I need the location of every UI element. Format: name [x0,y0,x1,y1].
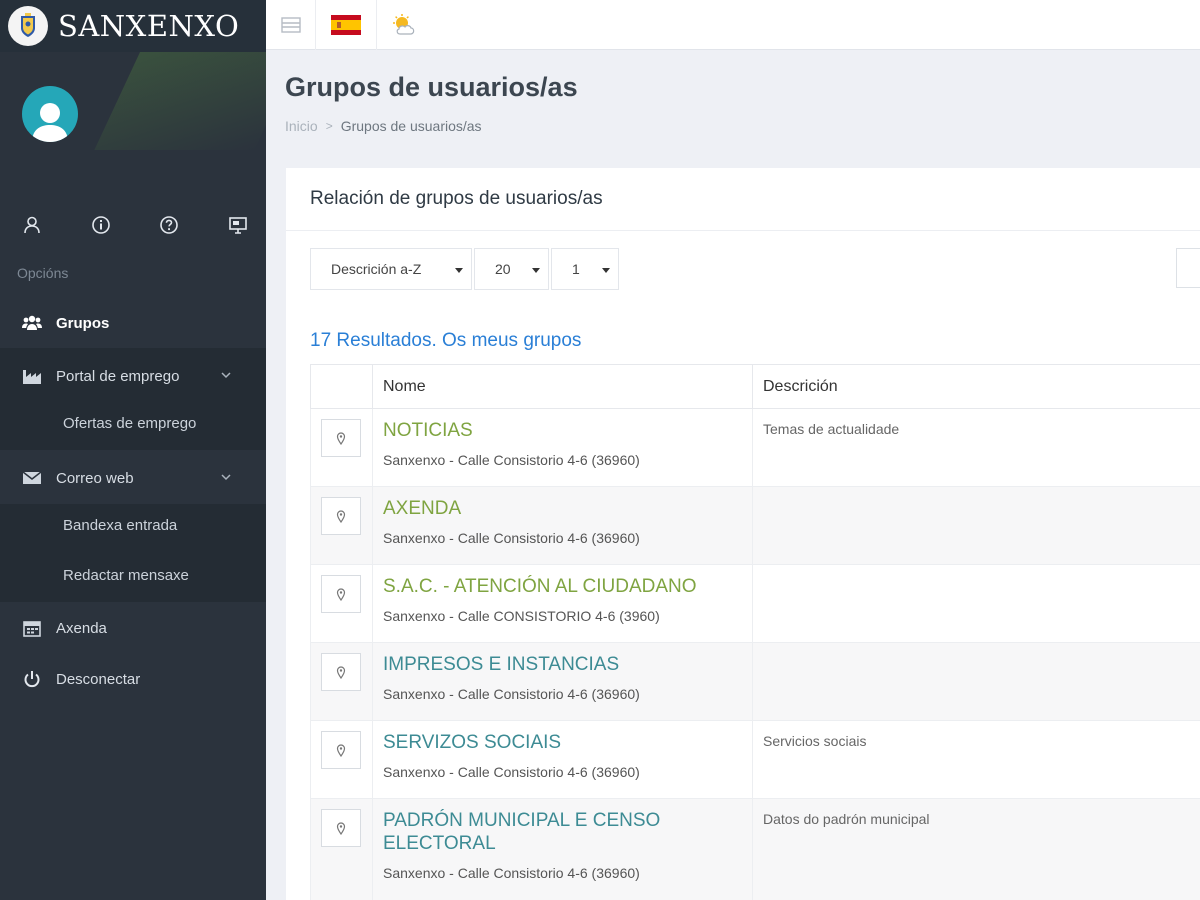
weather-icon [393,14,415,35]
sidebar-item-label: Correo web [56,469,134,487]
industry-icon [20,366,44,386]
table-header-description: Descrición [752,364,1200,409]
table-row: IMPRESOS E INSTANCIAS Sanxenxo - Calle Co… [310,642,1200,721]
caret-down-icon [532,268,540,273]
brand-name: SANXENXO [58,9,240,43]
breadcrumb: Inicio > Grupos de usuarios/as [285,118,482,134]
group-name-link[interactable]: PADRÓN MUNICIPAL E CENSO ELECTORAL [373,799,673,855]
group-name-link[interactable]: IMPRESOS E INSTANCIAS [373,643,752,676]
brand-header[interactable]: SANXENXO [0,0,266,52]
sidebar-item-label: Axenda [56,619,107,637]
sidebar-item-portal-emprego[interactable]: Portal de emprego [0,351,266,401]
sidebar-item-label: Portal de emprego [56,367,180,385]
group-description: Datos do padrón municipal [763,811,930,827]
power-icon [20,669,44,689]
breadcrumb-home-link[interactable]: Inicio [285,118,318,134]
group-name-link[interactable]: AXENDA [373,487,752,520]
sidebar-item-axenda[interactable]: Axenda [0,603,266,653]
breadcrumb-current: Grupos de usuarios/as [340,118,482,134]
sidebar-item-label: Grupos [56,314,110,332]
group-address: Sanxenxo - Calle Consistorio 4-6 (36960) [383,764,640,780]
group-address: Sanxenxo - Calle Consistorio 4-6 (36960) [383,686,640,702]
top-bar [266,0,1200,50]
table-header-row: Nome Descrición [310,364,1200,409]
spain-flag-icon [331,15,361,35]
envelope-icon [20,468,44,488]
breadcrumb-chevron-icon: > [325,119,333,133]
quick-actions [20,213,250,237]
group-address: Sanxenxo - Calle Consistorio 4-6 (36960) [383,865,640,881]
table-row: S.A.C. - ATENCIÓN AL CIUDADANO Sanxenxo -… [310,564,1200,643]
calendar-icon [20,618,44,638]
group-name-link[interactable]: SERVIZOS SOCIAIS [373,721,752,754]
page-title: Grupos de usuarios/as [285,72,578,102]
table-header-map [310,364,373,409]
map-location-button[interactable] [321,575,361,613]
chevron-down-icon [221,474,231,481]
group-description [753,643,1200,655]
help-icon[interactable] [157,213,181,237]
user-icon[interactable] [20,213,44,237]
sidebar-subitem-ofertas[interactable]: Ofertas de emprego [63,415,196,432]
page-select[interactable]: 1 [551,248,619,290]
page-value: 1 [572,261,580,277]
caret-down-icon [602,268,610,273]
group-name-link[interactable]: NOTICIAS [373,409,752,442]
map-location-button[interactable] [321,497,361,535]
map-pin-icon [336,821,346,835]
table-header-name: Nome [372,364,753,409]
map-location-button[interactable] [321,419,361,457]
map-pin-icon [336,431,346,445]
language-button[interactable] [316,0,377,50]
table-row: NOTICIAS Sanxenxo - Calle Consistorio 4-6… [310,408,1200,487]
group-address: Sanxenxo - Calle CONSISTORIO 4-6 (3960) [383,608,660,624]
page-size-value: 20 [495,261,511,277]
group-description [753,487,1200,499]
table-row: SERVIZOS SOCIAIS Sanxenxo - Calle Consist… [310,720,1200,799]
table-row: PADRÓN MUNICIPAL E CENSO ELECTORAL Sanxen… [310,798,1200,900]
group-address: Sanxenxo - Calle Consistorio 4-6 (36960) [383,530,640,546]
coat-of-arms-logo [8,6,48,46]
sidebar: SANXENXO Opcións Grupos Portal de empreg… [0,0,266,900]
chevron-down-icon [221,372,231,379]
panel-title: Relación de grupos de usuarios/as [310,188,603,209]
page-size-select[interactable]: 20 [474,248,549,290]
map-location-button[interactable] [321,809,361,847]
sidebar-item-desconectar[interactable]: Desconectar [0,654,266,704]
group-description: Temas de actualidade [763,421,900,437]
sidebar-section-label: Opcións [17,265,69,281]
sort-select[interactable]: Descrición a-Z [310,248,472,290]
sidebar-subitem-redactar[interactable]: Redactar mensaxe [63,567,189,584]
table-row: AXENDA Sanxenxo - Calle Consistorio 4-6 (… [310,486,1200,565]
info-icon[interactable] [89,213,113,237]
sort-select-value: Descrición a-Z [331,261,422,277]
header-decoration [94,40,266,150]
panel-divider [286,230,1200,231]
user-avatar[interactable] [22,86,78,142]
groups-table: Nome Descrición NOTICIAS Sanxenxo - Calle… [310,364,1200,900]
sidebar-item-label: Desconectar [56,670,141,688]
sidebar-subitem-bandexa[interactable]: Bandexa entrada [63,517,177,534]
results-count: 17 Resultados. Os meus grupos [310,330,582,351]
sidebar-item-grupos[interactable]: Grupos [0,298,266,348]
map-pin-icon [336,509,346,523]
groups-panel: Relación de grupos de usuarios/as Descri… [286,168,1200,900]
menu-toggle-button[interactable] [266,0,316,50]
group-description [753,565,1200,577]
map-location-button[interactable] [321,731,361,769]
caret-down-icon [455,268,463,273]
map-pin-icon [336,665,346,679]
group-description: Servicios sociais [763,733,867,749]
group-name-link[interactable]: S.A.C. - ATENCIÓN AL CIUDADANO [373,565,752,598]
weather-button[interactable] [377,0,435,50]
users-icon [20,313,44,333]
refresh-button[interactable] [1176,248,1200,288]
group-address: Sanxenxo - Calle Consistorio 4-6 (36960) [383,452,640,468]
presentation-icon[interactable] [226,213,250,237]
map-pin-icon [336,743,346,757]
map-pin-icon [336,587,346,601]
sidebar-item-correo-web[interactable]: Correo web [0,453,266,503]
menu-toggle-icon [280,17,301,33]
map-location-button[interactable] [321,653,361,691]
